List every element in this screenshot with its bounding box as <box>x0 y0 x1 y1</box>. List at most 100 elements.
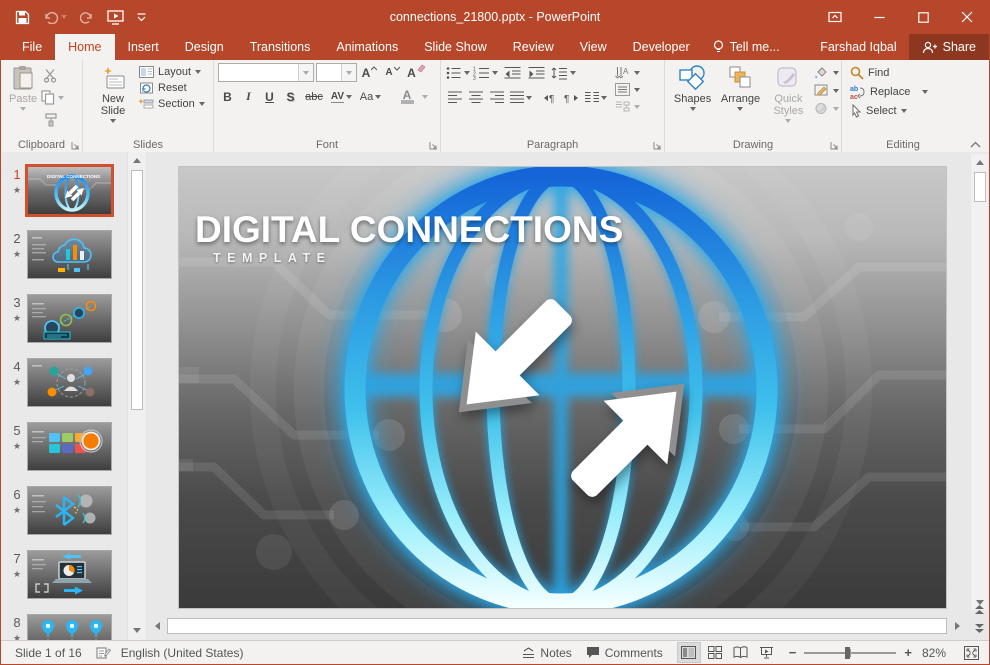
scroll-left-icon[interactable] <box>149 618 165 634</box>
justify-icon[interactable] <box>508 88 533 107</box>
shapes-button[interactable]: Shapes <box>669 63 716 125</box>
font-size-combo[interactable] <box>316 63 357 82</box>
find-button[interactable]: Find <box>850 66 962 80</box>
columns-icon[interactable] <box>583 88 609 107</box>
arrange-button[interactable]: Arrange <box>716 63 765 125</box>
thumbnail-item-2[interactable]: 2 ★ <box>7 230 112 279</box>
thumbnail-item-6[interactable]: 6 ★ <box>7 486 112 535</box>
collapse-ribbon-button[interactable] <box>970 141 981 148</box>
slide-1-thumbnail[interactable]: DIGITAL CONNECTIONS <box>25 164 114 217</box>
thumbnail-item-5[interactable]: 5 ★ <box>7 422 112 471</box>
thumbnail-item-7[interactable]: 7 ★ <box>7 550 112 599</box>
rtl-text-direction-icon[interactable]: ¶ <box>562 88 581 107</box>
slide-subtitle-text[interactable]: TEMPLATE <box>213 251 331 265</box>
align-right-icon[interactable] <box>487 88 506 107</box>
editor-horizontal-scrollbar[interactable] <box>149 618 965 634</box>
maximize-button[interactable] <box>901 0 945 34</box>
tab-animations[interactable]: Animations <box>323 34 411 60</box>
undo-icon[interactable] <box>43 11 67 24</box>
strikethrough-button[interactable]: abc <box>302 87 326 106</box>
align-center-icon[interactable] <box>466 88 485 107</box>
convert-smartart-button[interactable] <box>615 100 640 113</box>
slide-2-thumbnail[interactable] <box>27 230 112 279</box>
layout-button[interactable]: Layout <box>139 66 205 78</box>
ltr-text-direction-icon[interactable]: ¶ <box>541 88 560 107</box>
tab-transitions[interactable]: Transitions <box>237 34 324 60</box>
tab-review[interactable]: Review <box>500 34 567 60</box>
scroll-up-icon[interactable] <box>972 154 988 170</box>
numbering-icon[interactable]: 123 <box>472 63 499 82</box>
decrease-indent-icon[interactable] <box>501 63 523 82</box>
drawing-dialog-launcher[interactable] <box>830 141 839 150</box>
text-shadow-button[interactable]: S <box>281 87 300 106</box>
zoom-in-button[interactable]: + <box>904 645 912 660</box>
tab-home[interactable]: Home <box>55 34 115 60</box>
notes-button[interactable]: Notes <box>522 646 572 660</box>
slide-7-thumbnail[interactable] <box>27 550 112 599</box>
comments-button[interactable]: Comments <box>586 646 663 660</box>
slide-canvas[interactable]: DIGITAL CONNECTIONS TEMPLATE <box>179 167 946 608</box>
tab-view[interactable]: View <box>567 34 620 60</box>
language-indicator[interactable]: English (United States) <box>121 646 244 660</box>
align-left-icon[interactable] <box>445 88 464 107</box>
font-color-button[interactable]: A <box>394 87 420 106</box>
font-size-input[interactable] <box>317 65 341 80</box>
clipboard-dialog-launcher[interactable] <box>71 141 80 150</box>
tab-slideshow[interactable]: Slide Show <box>411 34 500 60</box>
panel-scroll-up-icon[interactable] <box>129 152 145 168</box>
grow-font-button[interactable]: A <box>359 63 380 82</box>
redo-icon[interactable] <box>80 11 94 24</box>
minimize-button[interactable] <box>857 0 901 34</box>
thumbnail-item-4[interactable]: 4 ★ <box>7 358 112 407</box>
slideshow-view-button[interactable] <box>755 642 779 663</box>
shape-fill-button[interactable] <box>814 66 839 79</box>
line-spacing-icon[interactable] <box>549 63 577 82</box>
slide-6-thumbnail[interactable] <box>27 486 112 535</box>
cut-icon[interactable] <box>41 66 60 85</box>
ribbon-display-options-button[interactable] <box>813 0 857 34</box>
increase-indent-icon[interactable] <box>525 63 547 82</box>
tab-developer[interactable]: Developer <box>620 34 703 60</box>
editor-vertical-scrollbar[interactable] <box>971 154 988 610</box>
slide-5-thumbnail[interactable] <box>27 422 112 471</box>
text-direction-button[interactable]: A <box>615 66 640 79</box>
slide-title-text[interactable]: DIGITAL CONNECTIONS <box>195 209 623 251</box>
thumbnail-item-8[interactable]: 8 ★ <box>7 614 112 640</box>
thumbnail-item-1[interactable]: 1 ★ DIGITAL CONNECTIONS <box>7 164 114 217</box>
tab-file[interactable]: File <box>9 34 55 60</box>
zoom-slider-thumb[interactable] <box>844 646 850 659</box>
panel-scroll-thumb[interactable] <box>131 170 143 410</box>
normal-view-button[interactable] <box>676 642 701 663</box>
fit-slide-to-window-button[interactable] <box>964 645 979 660</box>
close-button[interactable] <box>945 0 989 34</box>
save-icon[interactable] <box>15 10 30 25</box>
paragraph-dialog-launcher[interactable] <box>653 141 662 150</box>
thumbnail-item-3[interactable]: 3 ★ <box>7 294 112 343</box>
zoom-out-button[interactable]: − <box>789 645 797 660</box>
editor-scroll-thumb[interactable] <box>973 172 986 202</box>
new-slide-button[interactable]: New Slide <box>87 63 139 125</box>
slide-sorter-view-button[interactable] <box>703 642 727 663</box>
format-painter-icon[interactable] <box>41 110 60 129</box>
slide-3-thumbnail[interactable] <box>27 294 112 343</box>
start-slideshow-icon[interactable] <box>107 9 124 25</box>
spell-check-icon[interactable] <box>96 646 111 660</box>
bullets-icon[interactable] <box>445 63 470 82</box>
font-name-combo[interactable] <box>218 63 314 82</box>
clear-formatting-button[interactable]: A <box>405 63 427 82</box>
reading-view-button[interactable] <box>729 642 753 663</box>
copy-icon[interactable] <box>41 88 67 107</box>
share-button[interactable]: Share <box>908 34 989 60</box>
slide-4-thumbnail[interactable] <box>27 358 112 407</box>
section-button[interactable]: Section <box>139 98 205 110</box>
shrink-font-button[interactable]: A <box>382 63 403 82</box>
reset-button[interactable]: Reset <box>139 82 205 94</box>
customize-qat-icon[interactable] <box>137 12 146 22</box>
tell-me-box[interactable]: Tell me... <box>703 34 790 60</box>
next-slide-button[interactable] <box>972 620 988 636</box>
underline-button[interactable]: U <box>260 87 279 106</box>
tab-design[interactable]: Design <box>172 34 237 60</box>
character-spacing-button[interactable]: AV <box>328 87 355 106</box>
select-button[interactable]: Select <box>850 104 962 118</box>
quick-styles-button[interactable]: Quick Styles <box>765 63 812 125</box>
